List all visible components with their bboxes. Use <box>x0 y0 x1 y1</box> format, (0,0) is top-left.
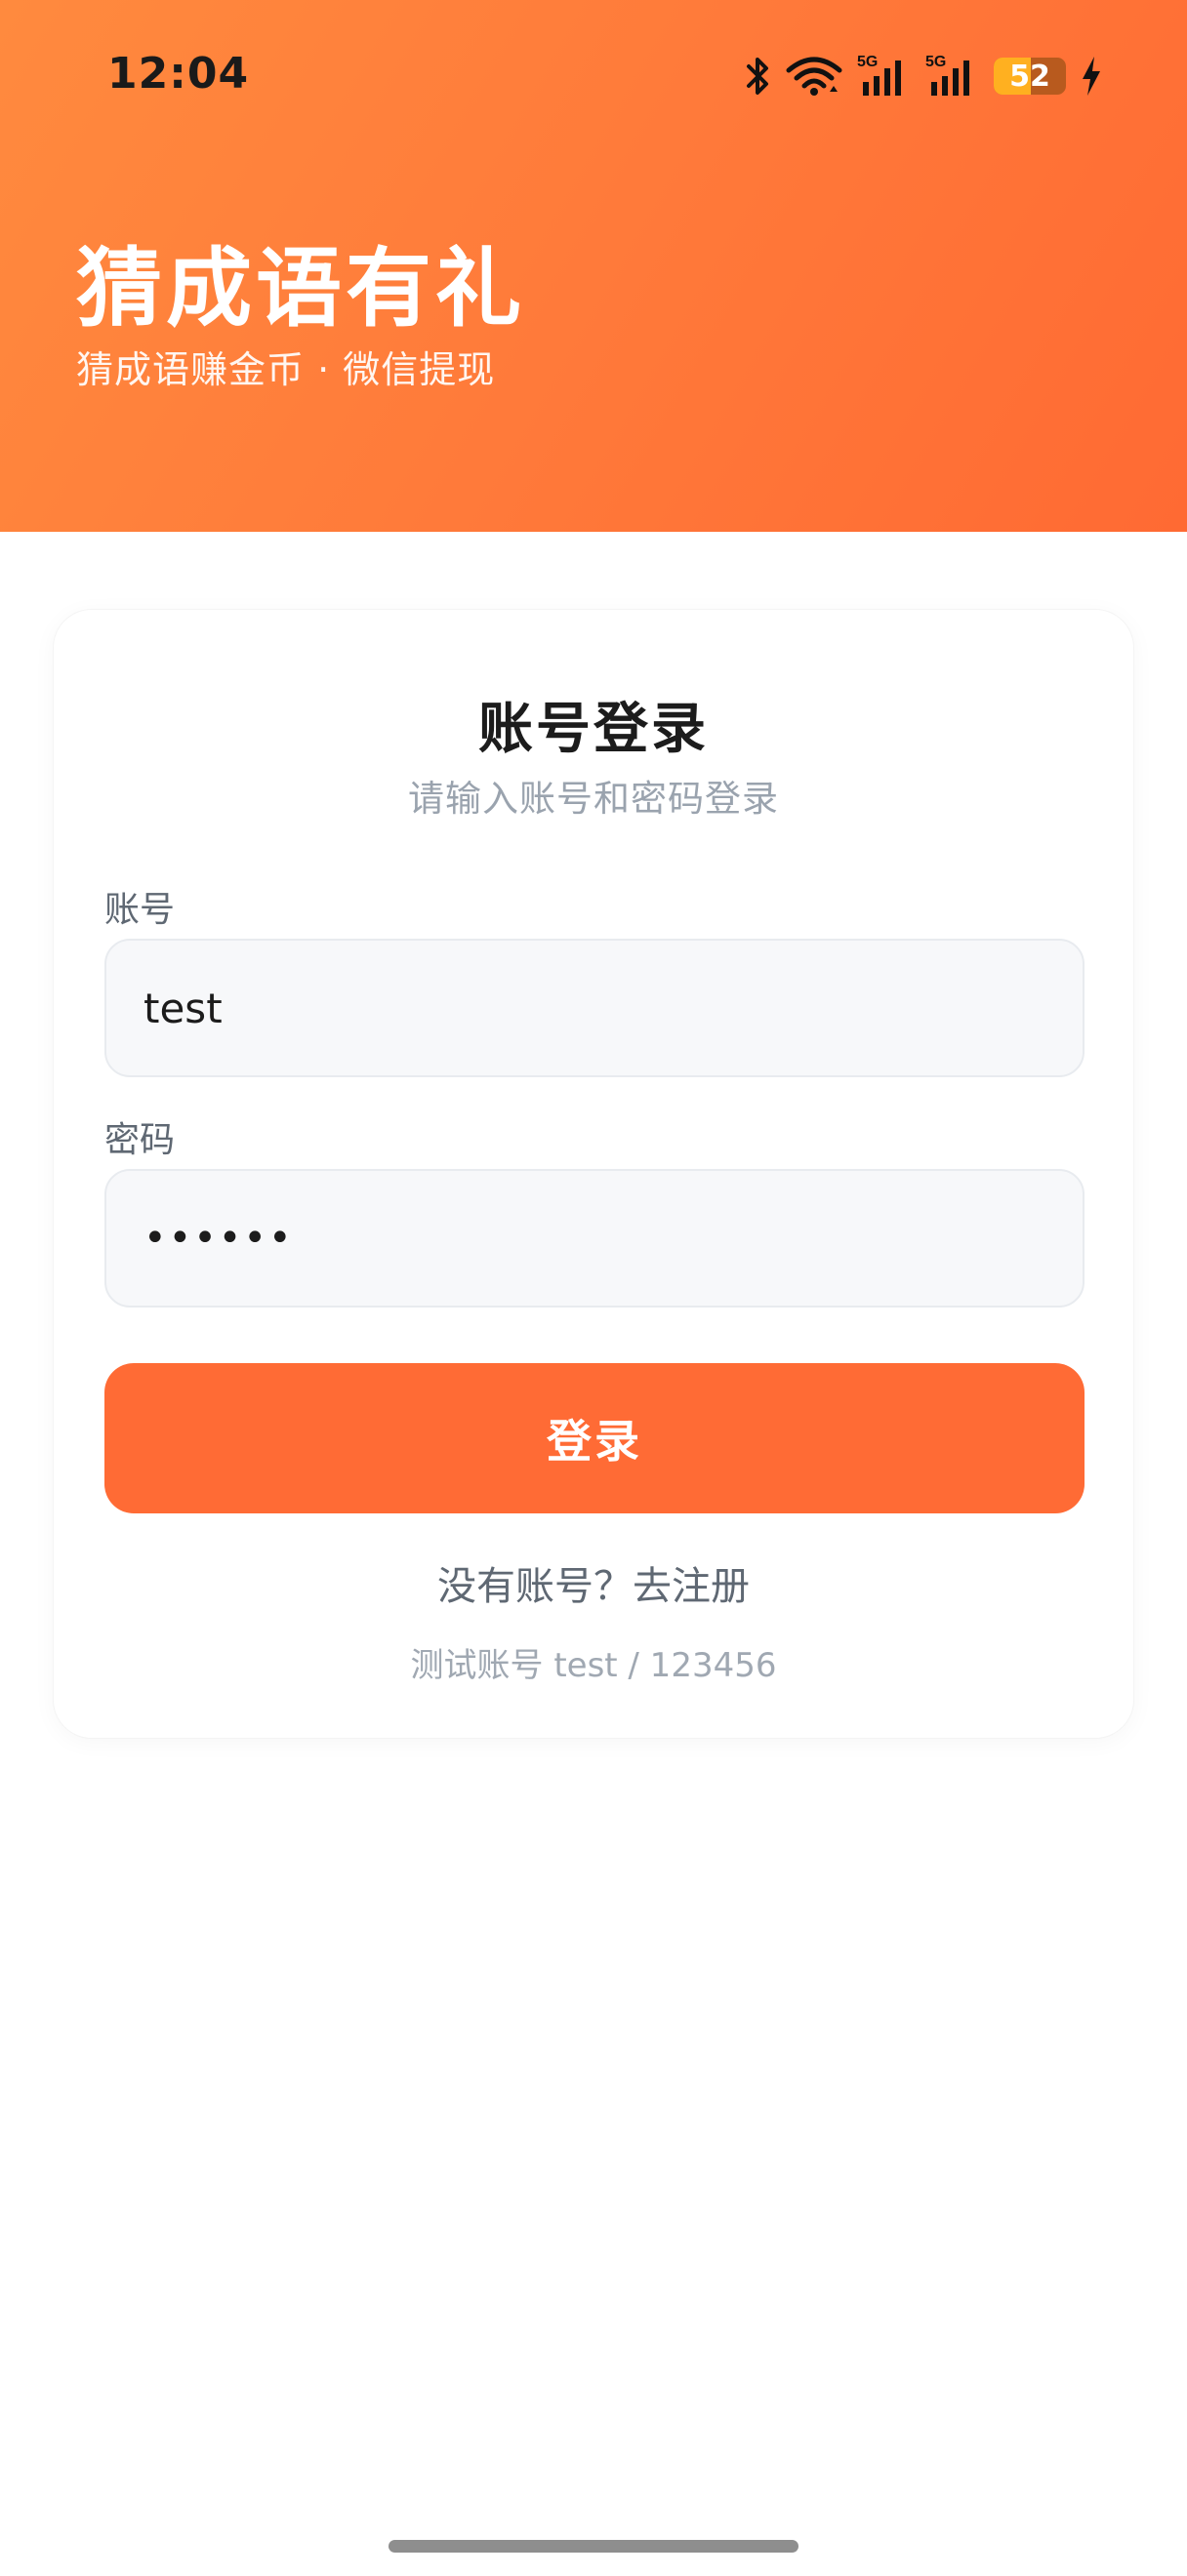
register-link[interactable]: 没有账号？去注册 <box>54 1554 1133 1611</box>
status-bar: 12:04 5G 5G 52 <box>0 0 1187 156</box>
status-time: 12:04 <box>107 49 250 99</box>
card-title: 账号登录 <box>478 698 709 761</box>
charging-icon <box>1080 55 1103 98</box>
account-input[interactable]: test <box>104 939 1085 1077</box>
app-title: 猜成语有礼 <box>76 238 526 339</box>
password-input-value: •••••• <box>143 1216 294 1261</box>
card-subtitle: 请输入账号和密码登录 <box>408 778 779 820</box>
header-banner: 12:04 5G 5G 52 猜成语有礼 猜成语赚金币 · 微信提现 <box>0 0 1187 532</box>
battery-text: 52 <box>1009 59 1050 94</box>
signal-5g-icon: 5G <box>857 53 912 100</box>
account-label: 账号 <box>104 890 176 930</box>
battery-icon: 52 <box>994 58 1066 95</box>
home-indicator[interactable] <box>389 2540 798 2553</box>
password-input[interactable]: •••••• <box>104 1169 1085 1308</box>
network-label-1: 5G <box>857 54 878 70</box>
login-card: 账号登录 请输入账号和密码登录 账号 test 密码 •••••• 登录 没有账… <box>53 609 1134 1739</box>
login-button[interactable]: 登录 <box>104 1363 1085 1513</box>
account-input-value: test <box>143 984 223 1032</box>
status-icons: 5G 5G 52 <box>746 49 1103 103</box>
password-label: 密码 <box>104 1120 176 1160</box>
test-account-hint: 测试账号 test / 123456 <box>410 1646 777 1685</box>
login-button-label: 登录 <box>547 1415 642 1468</box>
bluetooth-icon <box>746 55 771 98</box>
app-subtitle: 猜成语赚金币 · 微信提现 <box>76 348 496 391</box>
wifi-icon <box>785 55 843 98</box>
network-label-2: 5G <box>925 54 946 70</box>
login-screen: 12:04 5G 5G 52 猜成语有礼 猜成语赚金币 · 微信提现 账号登录 … <box>0 0 1187 2576</box>
signal-5g-icon: 5G <box>925 53 980 100</box>
